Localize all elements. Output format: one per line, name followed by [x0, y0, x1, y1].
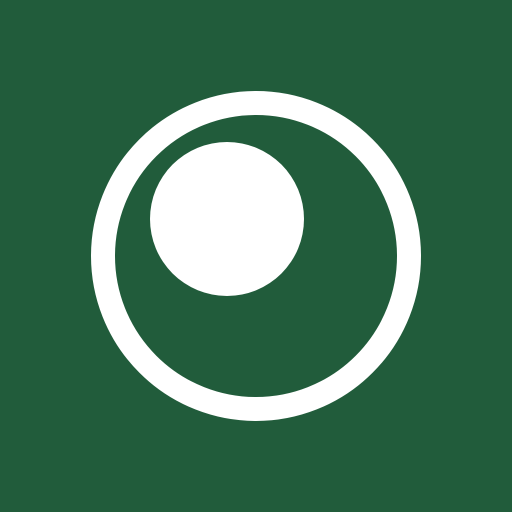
app-icon-canvas [0, 0, 512, 512]
inner-dot [150, 142, 304, 296]
